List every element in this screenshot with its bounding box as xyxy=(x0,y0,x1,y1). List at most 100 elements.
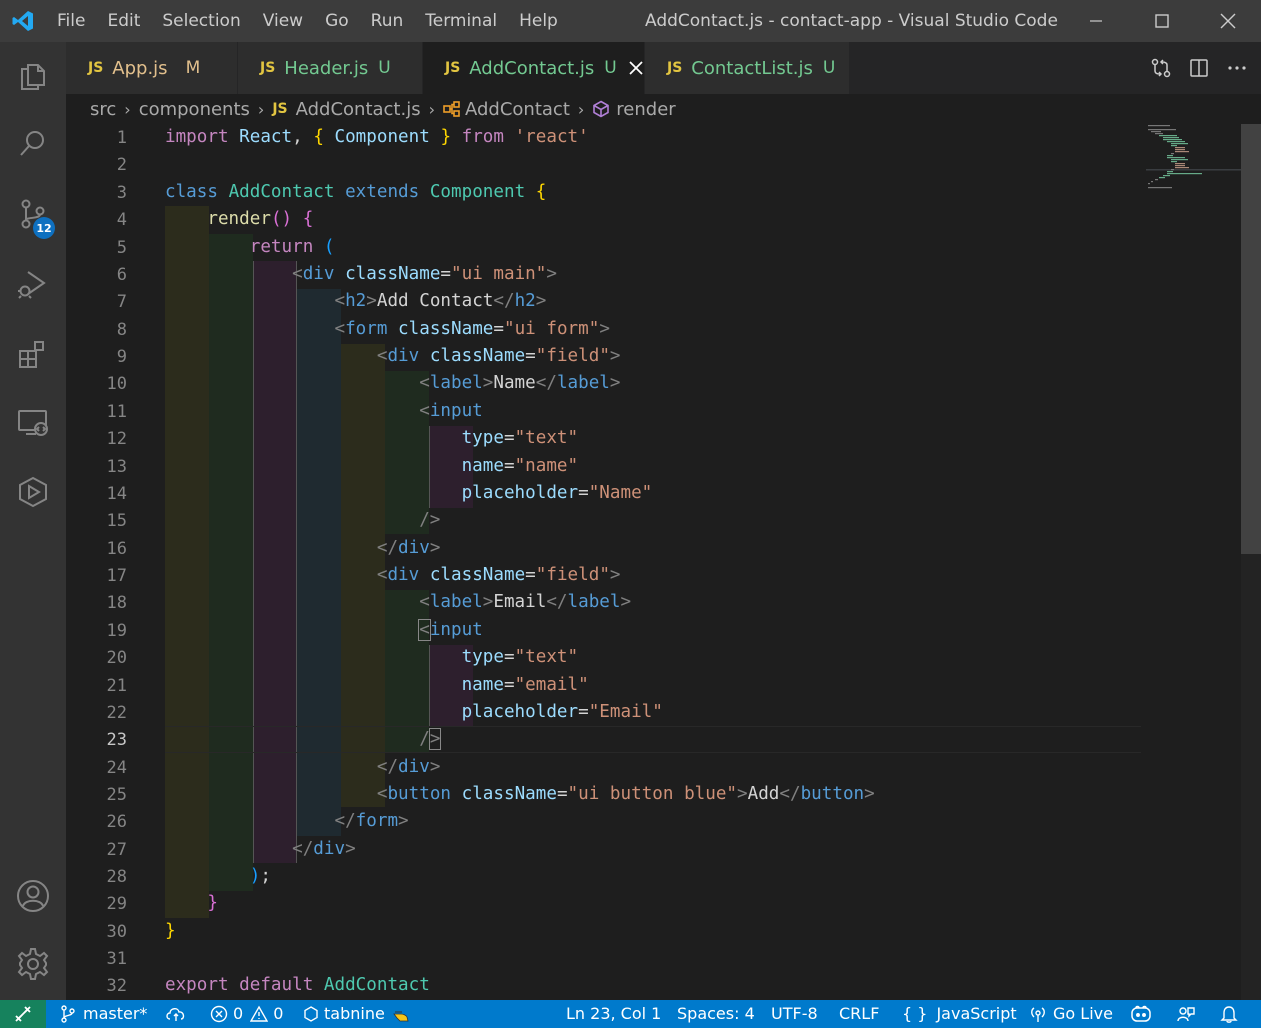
code-line-10: <label>Name</label> xyxy=(419,373,621,393)
tab-label: AddContact.js xyxy=(469,57,595,79)
explorer-icon[interactable] xyxy=(0,46,66,106)
tab-app-js[interactable]: JS App.js M xyxy=(66,42,238,94)
js-file-icon: JS xyxy=(272,101,288,117)
go-live-button[interactable]: Go Live xyxy=(1029,1000,1113,1028)
minimize-button[interactable] xyxy=(1063,0,1129,42)
menu-edit[interactable]: Edit xyxy=(96,0,151,42)
split-editor-icon[interactable] xyxy=(1180,58,1218,78)
settings-gear-icon[interactable] xyxy=(0,934,66,994)
chevron-right-icon: › xyxy=(428,99,435,119)
line-ending[interactable]: CRLF xyxy=(839,1000,879,1028)
maximize-button[interactable] xyxy=(1129,0,1195,42)
breadcrumb-file[interactable]: AddContact.js xyxy=(296,99,421,120)
copilot-icon[interactable] xyxy=(1130,1000,1152,1028)
breadcrumb-folder-src[interactable]: src xyxy=(90,99,116,120)
editor-tabs: JS App.js M JS Header.js U JS AddContact… xyxy=(66,42,1261,94)
account-icon[interactable] xyxy=(0,866,66,926)
breadcrumb: src › components › JS AddContact.js › Ad… xyxy=(66,94,1261,124)
code-line-32: export default AddContact xyxy=(165,975,430,995)
menu-go[interactable]: Go xyxy=(314,0,360,42)
sync-icon[interactable] xyxy=(165,1000,187,1028)
encoding-label: UTF-8 xyxy=(771,1004,818,1023)
menu-run[interactable]: Run xyxy=(360,0,415,42)
status-bar: master* 0 0 tabnine Ln 23, Col 1 Spaces:… xyxy=(0,1000,1261,1028)
source-control-badge: 12 xyxy=(33,217,55,239)
code-line-28: ); xyxy=(249,866,271,886)
line-number: 20 xyxy=(106,648,127,668)
tabnine-indicator[interactable]: tabnine xyxy=(304,1000,411,1028)
tab-contactlist-js[interactable]: JS ContactList.js U xyxy=(645,42,850,94)
cursor-position[interactable]: Ln 23, Col 1 xyxy=(566,1000,661,1028)
code-line-15: /> xyxy=(419,510,441,530)
extensions-icon[interactable] xyxy=(0,324,66,384)
line-number: 10 xyxy=(106,374,127,394)
go-live-label: Go Live xyxy=(1053,1004,1113,1023)
indentation[interactable]: Spaces: 4 xyxy=(677,1000,755,1028)
tabnine-label: tabnine xyxy=(324,1004,385,1023)
close-window-button[interactable] xyxy=(1195,0,1261,42)
line-number: 30 xyxy=(106,922,127,942)
live-share-icon[interactable] xyxy=(0,462,66,522)
breadcrumb-class[interactable]: AddContact xyxy=(465,99,570,120)
line-number: 1 xyxy=(116,128,127,148)
menu-selection[interactable]: Selection xyxy=(151,0,251,42)
tab-header-js[interactable]: JS Header.js U xyxy=(238,42,423,94)
remote-indicator-icon[interactable] xyxy=(0,1000,46,1028)
search-icon[interactable] xyxy=(0,114,66,174)
code-line-23: /> xyxy=(419,728,442,750)
code-line-7: <h2>Add Contact</h2> xyxy=(334,291,547,311)
more-actions-icon[interactable] xyxy=(1218,65,1256,71)
line-number: 26 xyxy=(106,812,127,832)
menu-view[interactable]: View xyxy=(252,0,314,42)
indentation-label: Spaces: 4 xyxy=(677,1004,755,1023)
line-number: 29 xyxy=(106,894,127,914)
chevron-right-icon: › xyxy=(257,99,265,119)
remote-explorer-icon[interactable] xyxy=(0,392,66,452)
code-line-19: <input xyxy=(418,619,483,641)
code-line-9: <div className="field"> xyxy=(376,346,621,366)
branch-indicator[interactable]: master* xyxy=(60,1000,147,1028)
language-label: JavaScript xyxy=(936,1004,1017,1023)
editor-actions xyxy=(1142,42,1256,94)
code-line-3: class AddContact extends Component { xyxy=(165,182,547,202)
notifications-bell-icon[interactable] xyxy=(1220,1000,1238,1028)
language-mode[interactable]: { } JavaScript xyxy=(902,1000,1017,1028)
source-control-icon[interactable]: 12 xyxy=(0,184,66,244)
line-number: 2 xyxy=(116,155,127,175)
line-number: 25 xyxy=(106,785,127,805)
breadcrumb-method[interactable]: render xyxy=(616,99,675,120)
run-debug-icon[interactable] xyxy=(0,254,66,314)
code-line-6: <div className="ui main"> xyxy=(292,264,557,284)
code-line-16: </div> xyxy=(376,538,441,558)
encoding[interactable]: UTF-8 xyxy=(771,1000,818,1028)
line-number: 11 xyxy=(106,402,127,422)
tab-label: App.js xyxy=(112,57,168,79)
breadcrumb-folder-components[interactable]: components xyxy=(139,99,250,120)
line-number: 16 xyxy=(106,539,127,559)
code-editor[interactable]: 1 2 3 4 5 6 7 8 9 10 11 12 13 14 15 16 1… xyxy=(66,124,1261,1000)
chevron-right-icon: › xyxy=(577,99,585,119)
line-number: 15 xyxy=(106,511,127,531)
code-line-4: render() { xyxy=(207,209,314,229)
error-count: 0 xyxy=(233,1004,244,1023)
code-line-12: type="text" xyxy=(461,428,579,448)
menu-file[interactable]: File xyxy=(46,0,96,42)
open-changes-icon[interactable] xyxy=(1142,57,1180,79)
vertical-scrollbar-thumb[interactable] xyxy=(1241,124,1261,554)
line-number: 22 xyxy=(106,703,127,723)
line-number: 12 xyxy=(106,429,127,449)
problems-indicator[interactable]: 0 0 xyxy=(210,1000,283,1028)
warning-count: 0 xyxy=(273,1004,284,1023)
tab-addcontact-js[interactable]: JS AddContact.js U xyxy=(423,42,645,94)
line-number: 14 xyxy=(106,484,127,504)
menu-terminal[interactable]: Terminal xyxy=(414,0,508,42)
line-number: 4 xyxy=(116,210,127,230)
close-tab-icon[interactable] xyxy=(629,61,643,75)
code-line-13: name="name" xyxy=(461,456,579,476)
line-number: 31 xyxy=(106,949,127,969)
code-line-27: </div> xyxy=(292,839,356,859)
minimap[interactable] xyxy=(1146,124,1241,204)
line-number: 5 xyxy=(116,238,127,258)
feedback-icon[interactable] xyxy=(1176,1000,1196,1028)
tabnine-icon xyxy=(304,1006,318,1022)
